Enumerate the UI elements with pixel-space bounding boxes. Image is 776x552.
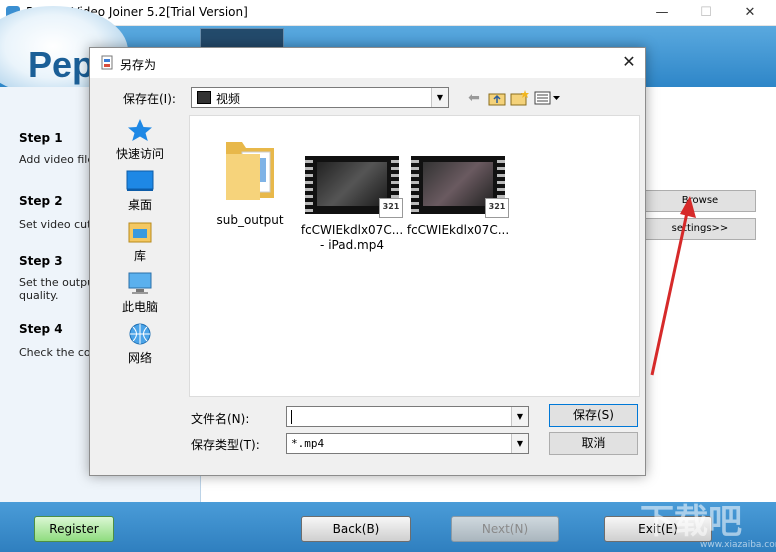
file-item-folder[interactable]: sub_output bbox=[200, 128, 300, 228]
step-4-title: Step 4 bbox=[19, 322, 63, 336]
chevron-down-icon[interactable]: ▼ bbox=[511, 407, 528, 426]
video-folder-icon bbox=[197, 91, 211, 104]
place-quick-access[interactable]: 快速访问 bbox=[100, 118, 180, 162]
step-3-desc-line2: quality. bbox=[19, 289, 59, 302]
video-badge: 321 bbox=[379, 198, 403, 218]
new-folder-icon[interactable] bbox=[510, 89, 530, 106]
library-icon bbox=[128, 222, 152, 243]
step-2-title: Step 2 bbox=[19, 194, 63, 208]
star-icon bbox=[128, 119, 152, 141]
step-3-desc: Set the output bbox=[19, 276, 99, 289]
chevron-down-icon: ▼ bbox=[431, 88, 448, 107]
up-folder-icon[interactable] bbox=[488, 90, 506, 106]
save-as-dialog: 另存为 ✕ 保存在(I): 视频 ▼ ⬅ 快速访问 桌面 库 此电脑 网络 su… bbox=[89, 47, 646, 476]
dialog-close-button[interactable]: ✕ bbox=[618, 51, 640, 73]
filetype-value: *.mp4 bbox=[291, 437, 325, 450]
computer-icon bbox=[128, 272, 152, 294]
filetype-label: 保存类型(T): bbox=[191, 438, 260, 452]
filetype-select[interactable]: *.mp4 ▼ bbox=[286, 433, 529, 454]
next-button[interactable]: Next(N) bbox=[451, 516, 559, 542]
save-button[interactable]: 保存(S) bbox=[549, 404, 638, 427]
text-cursor bbox=[291, 410, 292, 424]
file-name-line2: - iPad.mp4 bbox=[320, 238, 384, 252]
cancel-button[interactable]: 取消 bbox=[549, 432, 638, 455]
file-item-video-1[interactable]: 321 fcCWIEkdlx07C... - iPad.mp4 bbox=[298, 156, 406, 253]
filename-input[interactable]: ▼ bbox=[286, 406, 529, 427]
register-button[interactable]: Register bbox=[34, 516, 114, 542]
video-file-icon: 321 bbox=[305, 156, 403, 218]
view-menu-icon[interactable] bbox=[534, 91, 562, 105]
dialog-titlebar: 另存为 ✕ bbox=[90, 48, 645, 78]
file-list[interactable]: sub_output 321 fcCWIEkdlx07C... - iPad.m… bbox=[189, 115, 640, 397]
filename-label: 文件名(N): bbox=[191, 412, 250, 426]
video-file-icon: 321 bbox=[411, 156, 509, 218]
place-desktop[interactable]: 桌面 bbox=[100, 169, 180, 213]
chevron-down-icon: ▼ bbox=[511, 434, 528, 453]
place-network[interactable]: 网络 bbox=[100, 322, 180, 366]
place-label: 桌面 bbox=[127, 198, 152, 212]
file-item-video-2[interactable]: 321 fcCWIEkdlx07C... bbox=[404, 156, 512, 238]
save-in-label: 保存在(I): bbox=[123, 92, 176, 106]
place-label: 快速访问 bbox=[115, 147, 164, 161]
watermark-url: www.xiazaiba.com bbox=[700, 540, 776, 550]
step-1-title: Step 1 bbox=[19, 131, 63, 145]
save-in-dropdown[interactable]: 视频 ▼ bbox=[191, 87, 449, 108]
network-icon bbox=[129, 323, 151, 345]
close-button[interactable]: ✕ bbox=[728, 0, 772, 26]
file-name: fcCWIEkdlx07C... bbox=[300, 223, 404, 237]
place-label: 库 bbox=[133, 249, 146, 263]
annotation-arrow bbox=[650, 196, 696, 376]
desktop-icon bbox=[126, 170, 154, 191]
watermark-logo: 下载吧 bbox=[640, 502, 742, 542]
place-library[interactable]: 库 bbox=[100, 220, 180, 264]
save-dialog-icon bbox=[101, 55, 113, 70]
step-1-desc: Add video files bbox=[19, 153, 100, 166]
back-arrow-icon[interactable]: ⬅ bbox=[466, 89, 482, 107]
video-badge: 321 bbox=[485, 198, 509, 218]
back-button[interactable]: Back(B) bbox=[301, 516, 411, 542]
file-name: sub_output bbox=[216, 213, 284, 227]
place-label: 网络 bbox=[127, 351, 152, 365]
place-label: 此电脑 bbox=[121, 300, 158, 314]
app-titlebar: Pepsky Video Joiner 5.2[Trial Version] —… bbox=[0, 0, 776, 26]
file-name: fcCWIEkdlx07C... bbox=[406, 223, 510, 237]
step-3-title: Step 3 bbox=[19, 254, 63, 268]
place-this-pc[interactable]: 此电脑 bbox=[100, 271, 180, 315]
save-in-value: 视频 bbox=[216, 92, 241, 106]
minimize-button[interactable]: — bbox=[640, 0, 684, 26]
folder-icon bbox=[226, 142, 274, 200]
step-2-desc: Set video cutti bbox=[19, 218, 99, 231]
maximize-button[interactable]: ☐ bbox=[684, 0, 728, 26]
dialog-title: 另存为 bbox=[120, 58, 157, 72]
places-bar: 快速访问 桌面 库 此电脑 网络 bbox=[100, 115, 180, 400]
